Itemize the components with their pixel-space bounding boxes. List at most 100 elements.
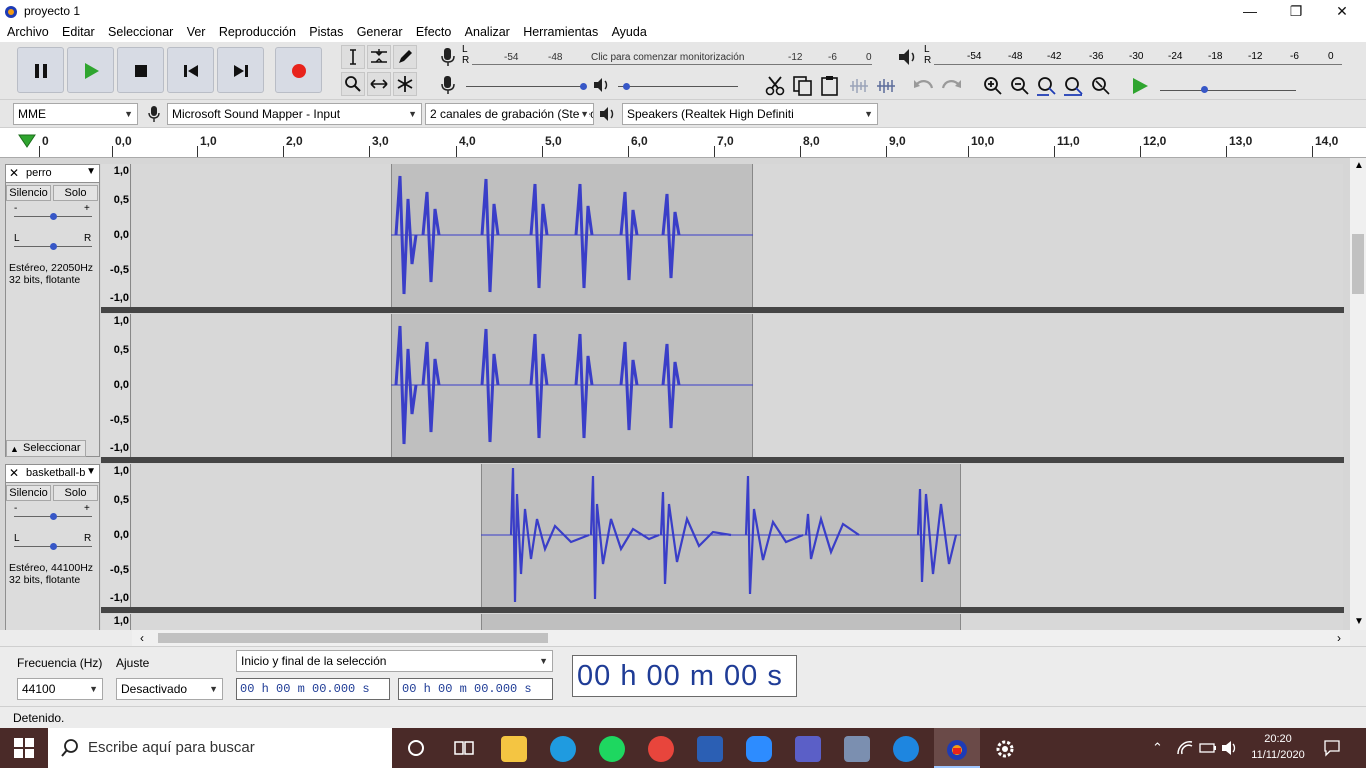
paste-icon[interactable] <box>818 74 842 98</box>
menu-ayuda[interactable]: Ayuda <box>607 22 652 42</box>
close-track-icon[interactable]: ✕ <box>9 466 19 480</box>
play-speed-slider[interactable] <box>1160 90 1296 91</box>
undo-icon[interactable] <box>912 76 936 96</box>
input-volume-knob[interactable] <box>580 83 587 90</box>
selection-tool[interactable] <box>341 45 365 69</box>
menu-analizar[interactable]: Analizar <box>460 22 515 42</box>
time-shift-tool[interactable] <box>367 72 391 96</box>
menu-seleccionar[interactable]: Seleccionar <box>103 22 178 42</box>
scroll-down-icon[interactable]: ▼ <box>1354 616 1364 627</box>
selection-start-time[interactable]: 00 h 00 m 00.000 s <box>236 678 390 700</box>
play-meter[interactable]: -54 -48 -42 -36 -30 -24 -18 -12 -6 0 <box>934 51 1344 63</box>
menu-pistas[interactable]: Pistas <box>304 22 348 42</box>
project-rate-select[interactable]: 44100 ▼ <box>17 678 103 700</box>
fit-project-icon[interactable] <box>1062 74 1086 98</box>
track-name-menu[interactable]: basketball-b <box>6 465 99 483</box>
horizontal-scrollbar[interactable]: ‹ › <box>132 630 1350 646</box>
collapse-track-icon[interactable]: ▲ <box>10 444 19 454</box>
fit-selection-icon[interactable] <box>1035 74 1059 98</box>
menu-herramientas[interactable]: Herramientas <box>518 22 603 42</box>
record-meter[interactable]: -54 -48 Clic para comenzar monitorizació… <box>472 51 872 63</box>
network-app-icon[interactable] <box>844 736 870 762</box>
play-at-speed-icon[interactable] <box>1130 76 1150 96</box>
play-button[interactable] <box>67 47 114 93</box>
system-clock[interactable]: 20:20 11/11/2020 <box>1248 731 1308 763</box>
microphone-icon[interactable] <box>438 46 458 68</box>
selection-end-time[interactable]: 00 h 00 m 00.000 s <box>398 678 553 700</box>
speaker-icon[interactable] <box>897 47 919 67</box>
pause-button[interactable] <box>17 47 64 93</box>
vertical-scroll-thumb[interactable] <box>1352 234 1364 294</box>
recording-channels-select[interactable]: 2 canales de grabación (Stereo) ▼ <box>425 103 594 125</box>
menu-editar[interactable]: Editar <box>57 22 100 42</box>
close-window-button[interactable]: ✕ <box>1319 0 1365 22</box>
menu-reproduccion[interactable]: Reproducción <box>214 22 301 42</box>
audio-host-select[interactable]: MME ▼ <box>13 103 138 125</box>
menu-archivo[interactable]: Archivo <box>2 22 54 42</box>
draw-tool[interactable] <box>393 45 417 69</box>
scroll-left-icon[interactable]: ‹ <box>140 631 144 645</box>
zoom-toggle-icon[interactable] <box>1089 74 1113 98</box>
solo-button[interactable]: Solo <box>53 485 98 501</box>
scroll-right-icon[interactable]: › <box>1337 631 1341 645</box>
chrome-icon[interactable] <box>648 736 674 762</box>
track-name-menu[interactable]: perro <box>6 165 99 183</box>
menu-generar[interactable]: Generar <box>352 22 408 42</box>
input-volume-slider[interactable] <box>466 86 586 87</box>
amplitude-scale[interactable]: 1,0 0,5 0,0 -0,5 -1,0 <box>101 164 131 307</box>
mute-button[interactable]: Silencio <box>6 185 51 201</box>
maximize-button[interactable]: ❐ <box>1273 0 1319 22</box>
teams-icon[interactable] <box>795 736 821 762</box>
zoom-in-icon[interactable] <box>981 74 1005 98</box>
gain-knob[interactable] <box>50 513 57 520</box>
record-meter-prompt[interactable]: Clic para comenzar monitorización <box>591 52 744 63</box>
cortana-icon[interactable] <box>406 738 426 758</box>
pan-knob[interactable] <box>50 243 57 250</box>
skip-start-button[interactable] <box>167 47 214 93</box>
track-area[interactable]: perro ✕ ▼ Silencio Solo - + L R Estéreo,… <box>0 158 1350 630</box>
minimize-button[interactable]: — <box>1227 0 1273 22</box>
wifi-icon[interactable] <box>1176 740 1194 756</box>
selection-mode-select[interactable]: Inicio y final de la selección ▼ <box>236 650 553 672</box>
output-volume-knob[interactable] <box>623 83 630 90</box>
playback-device-select[interactable]: Speakers (Realtek High Definiti ▼ <box>622 103 878 125</box>
silence-icon[interactable] <box>874 74 898 98</box>
mute-button[interactable]: Silencio <box>6 485 51 501</box>
stop-button[interactable] <box>117 47 164 93</box>
recording-device-select[interactable]: Microsoft Sound Mapper - Input ▼ <box>167 103 422 125</box>
volume-icon[interactable] <box>1221 740 1239 756</box>
zoom-app-icon[interactable] <box>746 736 772 762</box>
scroll-up-icon[interactable]: ▲ <box>1354 160 1364 171</box>
word-icon[interactable] <box>697 736 723 762</box>
windows-start-icon[interactable] <box>14 738 34 758</box>
trim-icon[interactable] <box>847 74 871 98</box>
settings-gear-icon[interactable] <box>993 737 1017 761</box>
internet-explorer-icon[interactable] <box>893 736 919 762</box>
audio-clip[interactable] <box>481 614 961 630</box>
edge-browser-icon[interactable] <box>550 736 576 762</box>
output-volume-slider[interactable] <box>618 86 738 87</box>
snap-to-select[interactable]: Desactivado ▼ <box>116 678 223 700</box>
play-speed-knob[interactable] <box>1201 86 1208 93</box>
spotify-icon[interactable] <box>599 736 625 762</box>
horizontal-scroll-thumb[interactable] <box>158 633 548 643</box>
redo-icon[interactable] <box>939 76 963 96</box>
vertical-scrollbar[interactable]: ▲ ▼ <box>1350 158 1366 630</box>
record-button[interactable] <box>275 47 322 93</box>
task-view-icon[interactable] <box>453 738 475 758</box>
copy-icon[interactable] <box>791 74 815 98</box>
notifications-icon[interactable] <box>1323 739 1341 757</box>
chevron-down-icon[interactable]: ▼ <box>86 466 96 477</box>
envelope-tool[interactable] <box>367 45 391 69</box>
cut-icon[interactable] <box>764 74 788 98</box>
taskbar-search-box[interactable]: Escribe aquí para buscar <box>48 728 392 768</box>
battery-icon[interactable] <box>1199 741 1217 755</box>
solo-button[interactable]: Solo <box>53 185 98 201</box>
menu-efecto[interactable]: Efecto <box>411 22 456 42</box>
menu-ver[interactable]: Ver <box>182 22 211 42</box>
gain-knob[interactable] <box>50 213 57 220</box>
multi-tool[interactable] <box>393 72 417 96</box>
file-explorer-icon[interactable] <box>501 736 527 762</box>
skip-end-button[interactable] <box>217 47 264 93</box>
zoom-out-icon[interactable] <box>1008 74 1032 98</box>
